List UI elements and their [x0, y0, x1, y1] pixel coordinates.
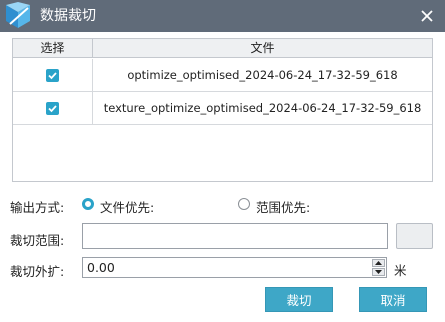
- clip-range-label: 裁切范围:: [10, 233, 65, 248]
- file-priority-radio[interactable]: [82, 198, 94, 210]
- select-cell: [13, 59, 93, 91]
- row-checkbox[interactable]: [46, 69, 59, 82]
- spin-down-icon[interactable]: [372, 268, 385, 276]
- data-clip-dialog: 数据裁切 选择 文件 optimize_optimised_2024-06-24…: [0, 0, 445, 322]
- range-priority-label[interactable]: 范围优先:: [256, 197, 310, 216]
- title-bar: 数据裁切: [0, 0, 445, 32]
- close-icon[interactable]: [417, 6, 437, 26]
- output-mode-label: 输出方式:: [10, 200, 65, 215]
- clip-range-field[interactable]: [82, 223, 388, 249]
- column-header-select: 选择: [13, 39, 93, 57]
- clip-buffer-label: 裁切外扩:: [10, 264, 65, 279]
- window-title: 数据裁切: [40, 8, 96, 24]
- clip-range-pick-button[interactable]: [396, 223, 433, 249]
- select-cell: [13, 92, 93, 124]
- app-logo-icon: [4, 2, 34, 30]
- file-name-cell: optimize_optimised_2024-06-24_17-32-59_6…: [127, 68, 398, 82]
- range-priority-radio[interactable]: [238, 198, 250, 210]
- column-header-file: 文件: [250, 41, 275, 55]
- check-icon: [48, 105, 57, 113]
- row-checkbox[interactable]: [46, 102, 59, 115]
- file-priority-label[interactable]: 文件优先:: [100, 197, 154, 216]
- table-row[interactable]: optimize_optimised_2024-06-24_17-32-59_6…: [13, 59, 432, 92]
- spin-up-icon[interactable]: [372, 259, 385, 267]
- clip-buffer-value[interactable]: 0.00: [87, 260, 115, 276]
- check-icon: [48, 72, 57, 80]
- clip-buffer-spinbox[interactable]: 0.00: [82, 257, 387, 278]
- file-name-cell: texture_optimize_optimised_2024-06-24_17…: [103, 101, 422, 115]
- table-header: 选择 文件: [13, 39, 432, 58]
- cancel-button[interactable]: 取消: [359, 287, 427, 312]
- unit-label: 米: [394, 263, 407, 278]
- table-row[interactable]: texture_optimize_optimised_2024-06-24_17…: [13, 92, 432, 125]
- spin-buttons: [372, 259, 385, 276]
- file-table: 选择 文件 optimize_optimised_2024-06-24_17-3…: [12, 38, 433, 182]
- clip-button[interactable]: 裁切: [265, 287, 333, 312]
